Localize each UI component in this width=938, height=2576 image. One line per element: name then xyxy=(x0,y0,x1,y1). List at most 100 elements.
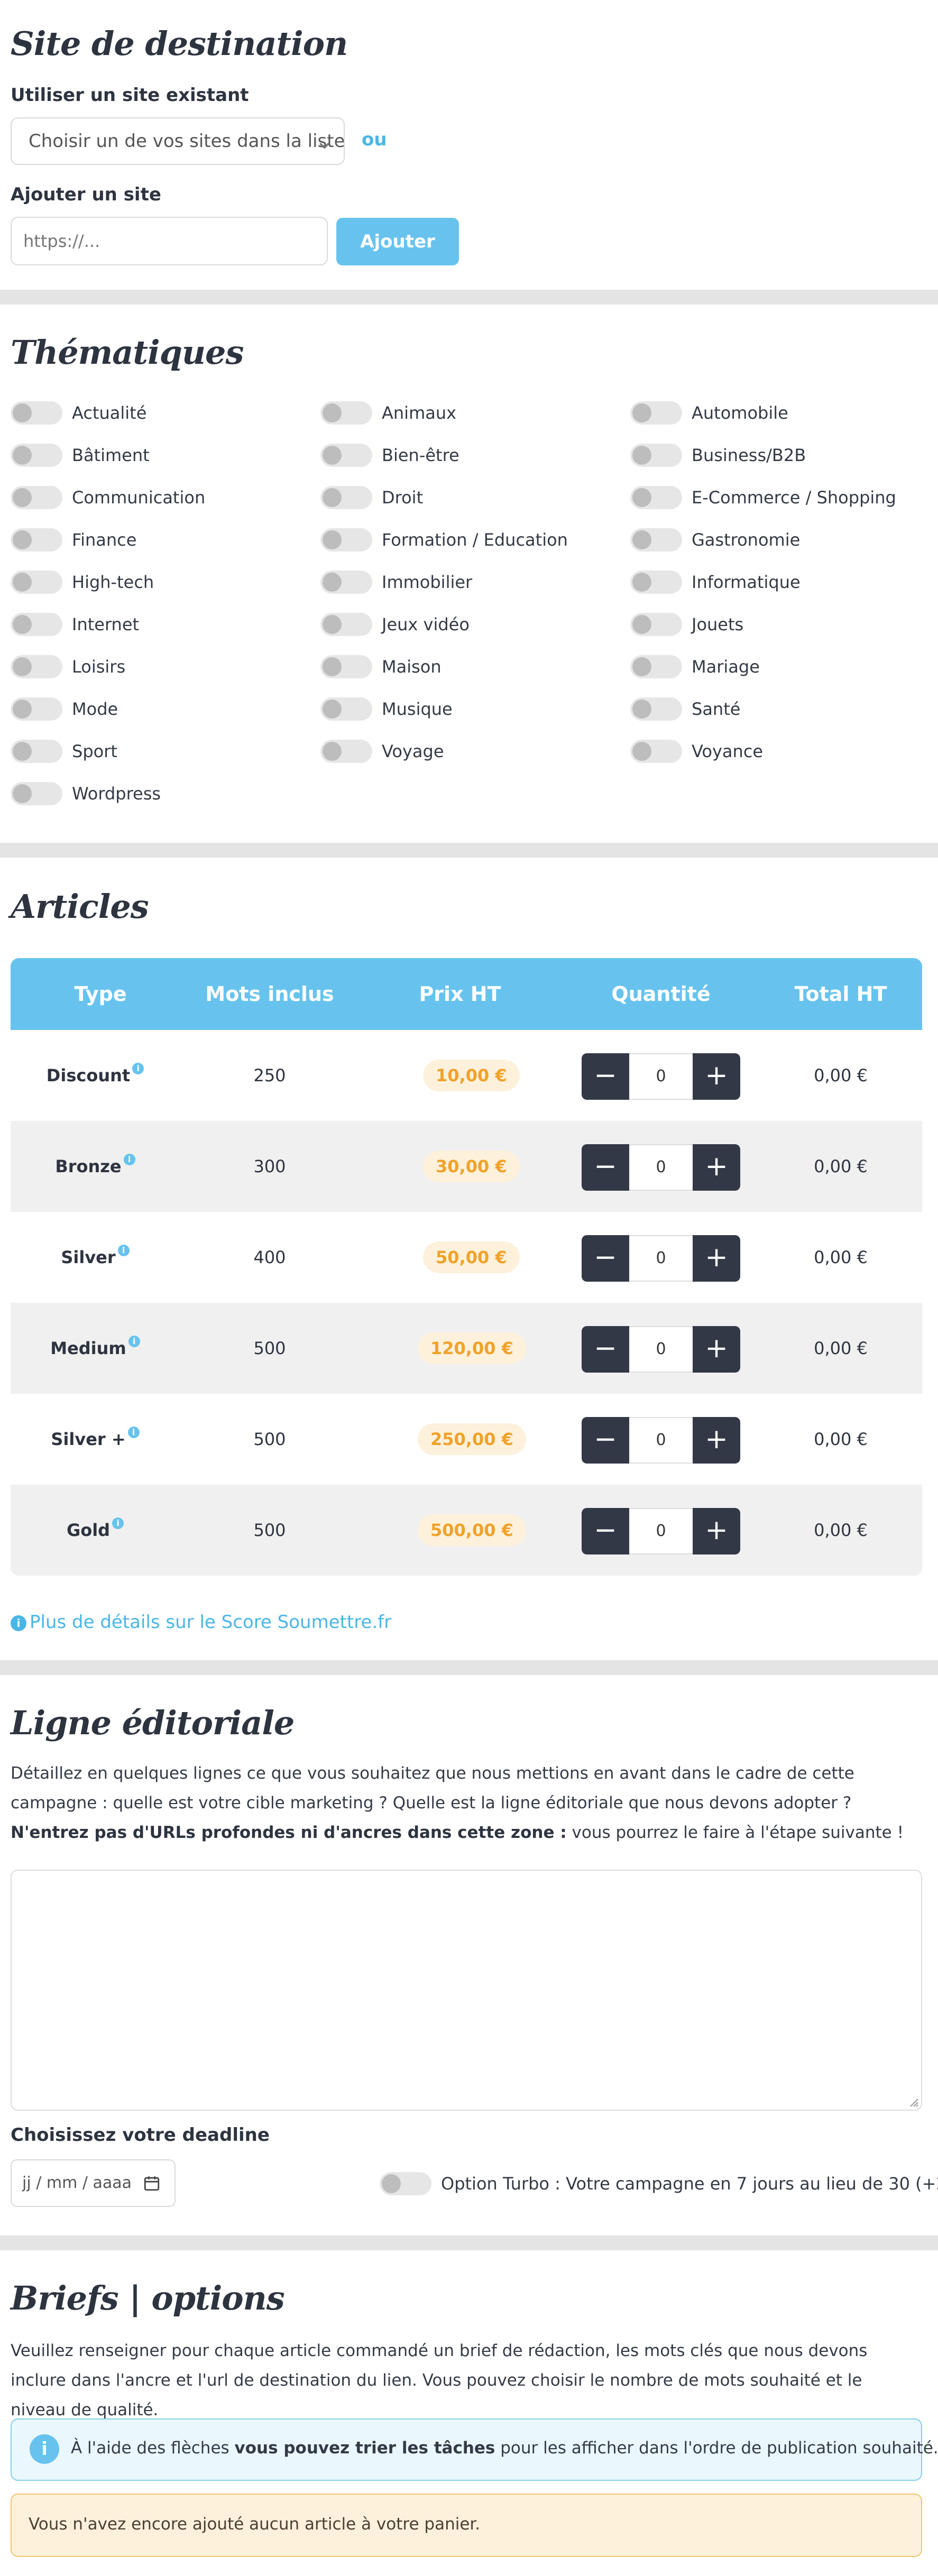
info-icon[interactable]: i xyxy=(128,1336,140,1347)
theme-toggle[interactable] xyxy=(630,697,682,721)
theme-option[interactable]: E-Commerce / Shopping xyxy=(630,484,896,511)
theme-option[interactable]: Voyance xyxy=(630,738,763,765)
theme-option[interactable]: Bien-être xyxy=(320,442,459,468)
decrement-button[interactable]: − xyxy=(582,1508,629,1554)
theme-option[interactable]: Wordpress xyxy=(11,780,161,807)
resize-grip-icon[interactable] xyxy=(908,2097,919,2108)
theme-toggle[interactable] xyxy=(630,401,682,425)
theme-toggle[interactable] xyxy=(11,697,62,721)
theme-toggle[interactable] xyxy=(320,401,372,425)
theme-option[interactable]: Bâtiment xyxy=(11,442,150,468)
theme-toggle[interactable] xyxy=(320,697,372,721)
quantity-input[interactable]: 0 xyxy=(629,1326,693,1373)
theme-option[interactable]: Animaux xyxy=(320,400,456,426)
quantity-input[interactable]: 0 xyxy=(629,1508,693,1554)
theme-option[interactable]: Actualité xyxy=(11,400,146,426)
theme-option[interactable]: Automobile xyxy=(630,400,788,426)
theme-toggle[interactable] xyxy=(320,528,372,551)
theme-toggle[interactable] xyxy=(11,444,62,467)
theme-option[interactable]: Internet xyxy=(11,611,139,638)
theme-toggle[interactable] xyxy=(11,401,62,425)
deadline-date-input[interactable]: jj / mm / aaaa xyxy=(11,2159,176,2207)
increment-button[interactable]: + xyxy=(693,1235,740,1282)
theme-toggle[interactable] xyxy=(630,655,682,678)
theme-option[interactable]: Business/B2B xyxy=(630,442,806,468)
info-icon[interactable]: i xyxy=(132,1063,144,1074)
theme-option[interactable]: Mariage xyxy=(630,654,760,680)
theme-option[interactable]: Maison xyxy=(320,654,442,680)
turbo-option[interactable]: Option Turbo : Votre campagne en 7 jours… xyxy=(380,2172,938,2195)
theme-toggle[interactable] xyxy=(630,571,682,594)
decrement-button[interactable]: − xyxy=(582,1235,629,1282)
increment-button[interactable]: + xyxy=(693,1053,740,1100)
theme-option[interactable]: Formation / Education xyxy=(320,527,568,553)
theme-toggle[interactable] xyxy=(630,613,682,636)
quantity-stepper[interactable]: −0 + xyxy=(582,1508,740,1554)
info-icon[interactable]: i xyxy=(112,1517,124,1529)
add-site-button[interactable]: Ajouter xyxy=(336,218,459,265)
theme-toggle[interactable] xyxy=(630,486,682,509)
increment-button[interactable]: + xyxy=(693,1417,740,1464)
theme-option[interactable]: Santé xyxy=(630,696,740,722)
theme-toggle[interactable] xyxy=(320,613,372,636)
increment-button[interactable]: + xyxy=(693,1508,740,1554)
theme-label: Informatique xyxy=(692,572,801,592)
theme-option[interactable]: Jeux vidéo xyxy=(320,611,470,638)
theme-toggle[interactable] xyxy=(11,486,62,509)
theme-toggle[interactable] xyxy=(11,782,62,805)
score-link[interactable]: i Plus de détails sur le Score Soumettre.… xyxy=(11,1612,391,1633)
theme-toggle[interactable] xyxy=(630,528,682,551)
theme-toggle[interactable] xyxy=(320,486,372,509)
theme-toggle[interactable] xyxy=(11,740,62,763)
quantity-stepper[interactable]: −0 + xyxy=(582,1053,740,1100)
theme-option[interactable]: Sport xyxy=(11,738,117,765)
theme-toggle[interactable] xyxy=(320,740,372,763)
theme-option[interactable]: High-tech xyxy=(11,569,154,595)
theme-toggle[interactable] xyxy=(630,444,682,467)
theme-toggle[interactable] xyxy=(320,444,372,467)
info-icon[interactable]: i xyxy=(123,1154,135,1165)
theme-option[interactable]: Informatique xyxy=(630,569,801,595)
theme-option[interactable]: Gastronomie xyxy=(630,527,800,553)
theme-option[interactable]: Immobilier xyxy=(320,569,472,595)
increment-button[interactable]: + xyxy=(693,1144,740,1191)
theme-toggle[interactable] xyxy=(320,655,372,678)
turbo-toggle[interactable] xyxy=(380,2172,431,2195)
decrement-button[interactable]: − xyxy=(582,1053,629,1100)
theme-option[interactable]: Mode xyxy=(11,696,118,722)
theme-toggle[interactable] xyxy=(320,571,372,594)
theme-toggle[interactable] xyxy=(11,571,62,594)
theme-toggle[interactable] xyxy=(11,613,62,636)
theme-label: Formation / Education xyxy=(382,530,568,550)
info-icon[interactable]: i xyxy=(117,1245,130,1256)
theme-option[interactable]: Musique xyxy=(320,696,453,722)
decrement-button[interactable]: − xyxy=(582,1144,629,1191)
site-select[interactable]: Choisir un de vos sites dans la liste ⌄ xyxy=(11,117,345,165)
increment-button[interactable]: + xyxy=(693,1326,740,1373)
article-total: 0,00 € xyxy=(814,1429,868,1449)
theme-toggle[interactable] xyxy=(11,528,62,551)
decrement-button[interactable]: − xyxy=(582,1417,629,1464)
theme-option[interactable]: Communication xyxy=(11,484,205,511)
theme-option[interactable]: Finance xyxy=(11,527,136,553)
theme-option[interactable]: Voyage xyxy=(320,738,444,765)
decrement-button[interactable]: − xyxy=(582,1326,629,1373)
theme-toggle[interactable] xyxy=(630,740,682,763)
info-icon[interactable]: i xyxy=(127,1427,140,1438)
quantity-input[interactable]: 0 xyxy=(629,1235,693,1282)
theme-toggle[interactable] xyxy=(11,655,62,678)
quantity-input[interactable]: 0 xyxy=(629,1144,693,1191)
quantity-stepper[interactable]: −0 + xyxy=(582,1144,740,1191)
theme-option[interactable]: Loisirs xyxy=(11,654,125,680)
editorial-textarea[interactable] xyxy=(11,1870,922,2111)
quantity-input[interactable]: 0 xyxy=(629,1053,693,1100)
quantity-stepper[interactable]: −0 + xyxy=(582,1417,740,1464)
article-type-label: Silver xyxy=(61,1247,116,1267)
quantity-stepper[interactable]: −0 + xyxy=(582,1326,740,1373)
quantity-stepper[interactable]: −0 + xyxy=(582,1235,740,1282)
calendar-icon[interactable] xyxy=(143,2174,161,2192)
theme-option[interactable]: Droit xyxy=(320,484,423,511)
theme-option[interactable]: Jouets xyxy=(630,611,743,638)
url-input[interactable] xyxy=(11,217,328,265)
quantity-input[interactable]: 0 xyxy=(629,1417,693,1464)
